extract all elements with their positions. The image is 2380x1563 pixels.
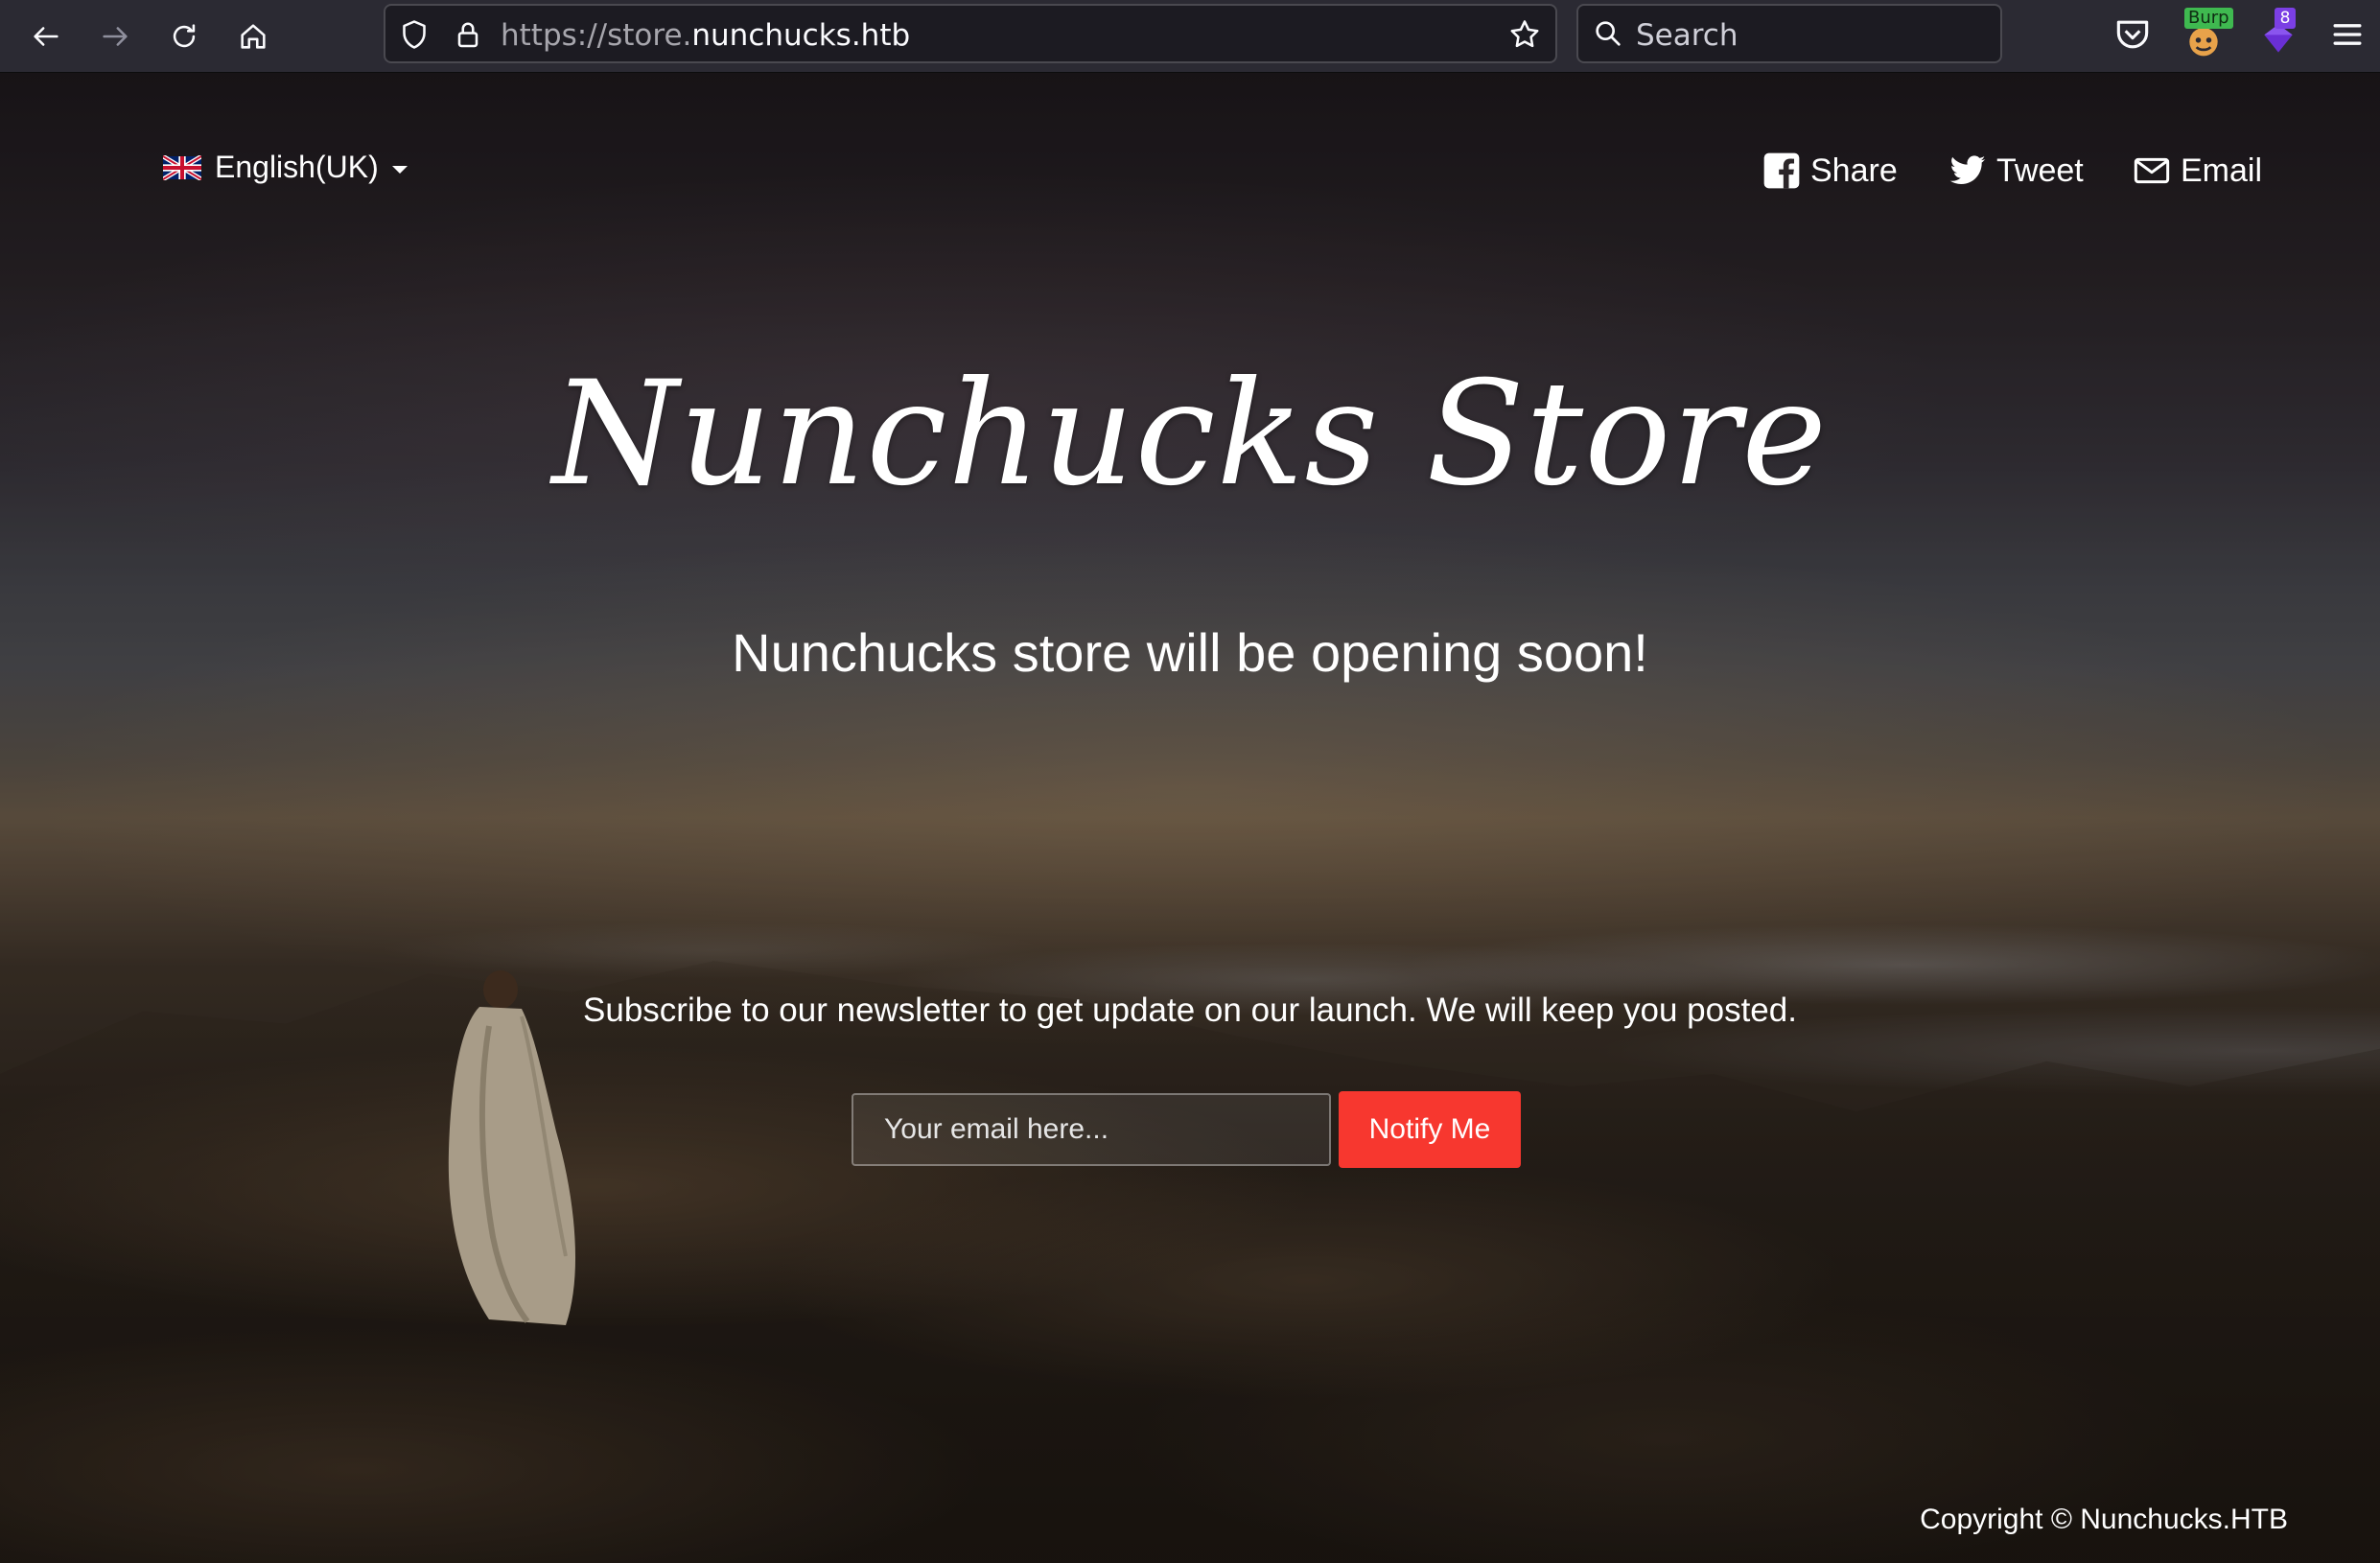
pocket-icon[interactable]: [2112, 13, 2154, 56]
bookmark-star-icon[interactable]: [1507, 17, 1542, 52]
caret-down-icon: [391, 165, 408, 174]
subscribe-text: Subscribe to our newsletter to get updat…: [583, 991, 1797, 1029]
url-bar[interactable]: https://store.nunchucks.htb: [384, 4, 1557, 63]
language-selector[interactable]: English(UK): [163, 150, 408, 185]
url-host: nunchucks.htb: [691, 18, 911, 53]
envelope-icon: [2134, 157, 2170, 184]
reload-button[interactable]: [161, 13, 207, 59]
dark-overlay: [0, 73, 2380, 1563]
email-label: Email: [2181, 152, 2263, 189]
email-link[interactable]: Email: [2133, 152, 2262, 190]
home-button[interactable]: [230, 13, 276, 59]
copyright: Copyright © Nunchucks.HTB: [1920, 1504, 2288, 1535]
burp-badge: Burp: [2184, 8, 2233, 29]
arrow-right-icon: [103, 27, 128, 46]
forward-button[interactable]: [92, 13, 138, 59]
page-title: Nunchucks Store: [551, 351, 1829, 518]
back-button[interactable]: [23, 13, 69, 59]
url-text[interactable]: https://store.nunchucks.htb: [501, 19, 910, 52]
tweet-link[interactable]: Tweet: [1948, 152, 2084, 190]
reload-icon: [173, 24, 196, 48]
home-icon: [241, 24, 266, 49]
share-label: Share: [1810, 152, 1898, 189]
menu-icon[interactable]: [2326, 13, 2368, 56]
language-label: English(UK): [215, 150, 379, 184]
search-bar[interactable]: Search: [1576, 4, 2002, 63]
tagline: Nunchucks store will be opening soon!: [732, 622, 1648, 683]
uk-flag-icon: [163, 154, 201, 180]
shield-icon[interactable]: [397, 17, 432, 52]
url-scheme: https://store.: [501, 18, 692, 53]
tweet-label: Tweet: [1996, 152, 2084, 189]
lock-icon[interactable]: [451, 17, 485, 52]
extension-count-badge: 8: [2275, 8, 2296, 29]
search-placeholder: Search: [1636, 18, 1738, 53]
browser-toolbar: https://store.nunchucks.htb Search Burp …: [0, 0, 2380, 73]
arrow-left-icon: [34, 27, 58, 46]
facebook-icon: [1763, 152, 1800, 189]
share-link[interactable]: Share: [1762, 152, 1898, 190]
email-input[interactable]: [852, 1093, 1331, 1166]
landing-page: English(UK) Share Tweet Email Nunchucks …: [0, 73, 2380, 1563]
notify-me-button[interactable]: Notify Me: [1339, 1091, 1521, 1168]
search-icon: [1596, 21, 1621, 46]
twitter-icon: [1949, 155, 1986, 185]
